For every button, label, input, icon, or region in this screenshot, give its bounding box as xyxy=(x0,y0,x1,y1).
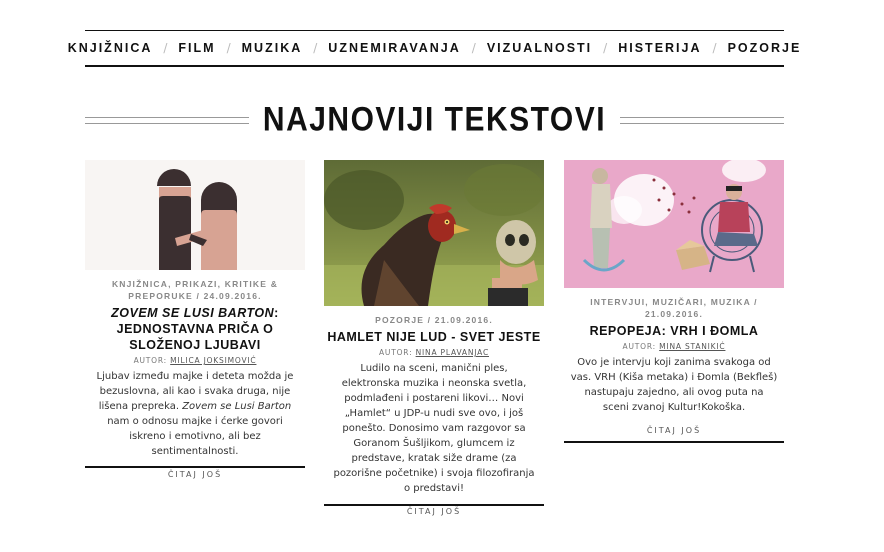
post-thumbnail[interactable] xyxy=(564,160,784,288)
nav-separator: / xyxy=(603,41,608,55)
post-card: KNJIŽNICA, PRIKAZI, KRITIKE & PREPORUKE … xyxy=(85,160,305,479)
post-card: POZORJE / 21.09.2016. HAMLET NIJE LUD - … xyxy=(324,160,544,516)
nav-separator: / xyxy=(313,41,318,55)
post-title[interactable]: ZOVEM SE LUSI BARTON: JEDNOSTAVNA PRIČA … xyxy=(85,305,305,353)
main-nav: KNJIŽNICA / FILM / MUZIKA / UZNEMIRAVANJ… xyxy=(68,30,799,67)
author-label: AUTOR: xyxy=(379,348,413,357)
nav-separator: / xyxy=(712,41,717,55)
author-link[interactable]: NINA PLAVANJAC xyxy=(416,348,489,357)
nav-link[interactable]: HISTERIJA xyxy=(618,41,701,55)
excerpt-italic: Zovem se Lusi Barton xyxy=(182,401,292,412)
author-label: AUTOR: xyxy=(622,342,656,351)
title-rule-left xyxy=(85,116,249,124)
read-more-link[interactable]: ČITAJ JOŠ xyxy=(85,470,305,479)
post-author: AUTOR: MILICA JOKSIMOVIĆ xyxy=(85,356,305,365)
nav-item-histerija[interactable]: HISTERIJA xyxy=(618,41,701,55)
post-card: INTERVJUI, MUZIČARI, MUZIKA / 21.09.2016… xyxy=(564,160,784,435)
rooster-with-skull-photo xyxy=(324,160,544,306)
nav-link[interactable]: FILM xyxy=(178,41,215,55)
section-header: NAJNOVIJI TEKSTOVI xyxy=(85,98,784,142)
post-title[interactable]: HAMLET NIJE LUD - SVET JESTE xyxy=(324,329,544,345)
excerpt-text: nam o odnosu majke i ćerke govori iskren… xyxy=(107,416,283,457)
nav-separator: / xyxy=(163,41,168,55)
nav-separator: / xyxy=(226,41,231,55)
nav-link[interactable]: VIZUALNOSTI xyxy=(487,41,592,55)
section-title: NAJNOVIJI TEKSTOVI xyxy=(262,100,607,139)
author-link[interactable]: MILICA JOKSIMOVIĆ xyxy=(170,356,256,365)
nav-link[interactable]: KNJIŽNICA xyxy=(68,41,153,55)
post-author: AUTOR: MINA STANIKIĆ xyxy=(564,342,784,351)
post-meta: KNJIŽNICA, PRIKAZI, KRITIKE & PREPORUKE … xyxy=(111,279,279,301)
post-excerpt: Ljubav između majke i deteta možda je be… xyxy=(85,369,305,459)
nav-item-film[interactable]: FILM xyxy=(178,41,215,55)
nav-item-uznemiravanja[interactable]: UZNEMIRAVANJA xyxy=(328,41,460,55)
nav-link[interactable]: POZORJE xyxy=(728,41,802,55)
author-link[interactable]: MINA STANIKIĆ xyxy=(659,342,725,351)
card-bottom-rule xyxy=(324,504,544,506)
post-author: AUTOR: NINA PLAVANJAC xyxy=(324,348,544,357)
post-thumbnail[interactable] xyxy=(85,160,305,270)
post-thumbnail[interactable] xyxy=(324,160,544,306)
nav-separator: / xyxy=(471,41,476,55)
post-excerpt: Ovo je intervju koji zanima svakoga od v… xyxy=(570,357,778,413)
read-more-link[interactable]: ČITAJ JOŠ xyxy=(564,426,784,435)
post-excerpt: Ludilo na sceni, manični ples, elektrons… xyxy=(333,363,535,494)
two-figures-illustration xyxy=(85,160,305,270)
card-bottom-rule xyxy=(564,441,784,443)
card-bottom-rule xyxy=(85,466,305,468)
nav-item-knjiznica[interactable]: KNJIŽNICA xyxy=(68,41,153,55)
pink-collage-illustration xyxy=(564,160,784,288)
nav-link[interactable]: MUZIKA xyxy=(242,41,303,55)
read-more-link[interactable]: ČITAJ JOŠ xyxy=(324,507,544,516)
nav-item-muzika[interactable]: MUZIKA xyxy=(242,41,303,55)
author-label: AUTOR: xyxy=(133,356,167,365)
nav-link[interactable]: UZNEMIRAVANJA xyxy=(328,41,460,55)
title-rule-right xyxy=(620,116,784,124)
nav-item-vizualnosti[interactable]: VIZUALNOSTI xyxy=(487,41,592,55)
post-meta: POZORJE / 21.09.2016. xyxy=(375,315,493,325)
post-title[interactable]: REPOPEJA: VRH I ĐOMLA xyxy=(564,323,784,339)
post-title-italic[interactable]: ZOVEM SE LUSI BARTON xyxy=(111,306,274,320)
post-meta: INTERVJUI, MUZIČARI, MUZIKA / 21.09.2016… xyxy=(590,297,758,319)
nav-item-pozorje[interactable]: POZORJE xyxy=(728,41,802,55)
